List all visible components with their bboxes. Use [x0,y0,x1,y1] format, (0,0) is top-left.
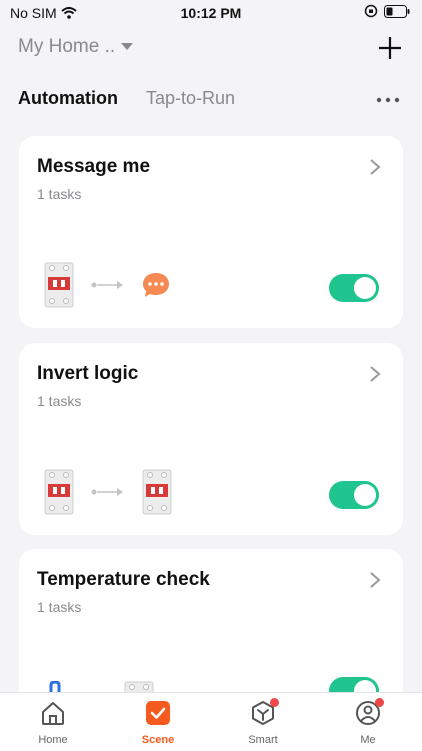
chevron-right-icon[interactable] [369,365,381,383]
battery-icon [384,4,410,18]
enable-toggle[interactable] [329,274,379,302]
card-subtitle: 1 tasks [37,393,82,409]
home-name: My Home .. [18,36,116,57]
tab-label: Scene [141,734,175,746]
home-selector[interactable]: My Home .. [18,36,134,58]
toggle-knob [354,484,376,506]
message-icon [143,273,169,297]
status-time: 10:12 PM [180,5,242,21]
home-icon [39,699,67,727]
add-icon[interactable] [376,34,404,62]
tab-home[interactable]: Home [13,699,93,746]
status-bar: No SIM 10:12 PM [0,0,422,26]
tab-label: Smart [248,734,278,746]
arrow-right-icon [91,488,123,496]
tab-automation[interactable]: Automation [18,88,118,109]
profile-icon [354,698,384,727]
card-title: Invert logic [37,363,139,384]
tab-smart[interactable]: Smart [223,698,303,746]
tab-label: Home [38,734,68,746]
automation-card-invert-logic[interactable]: Invert logic 1 tasks [19,343,403,535]
task-flow [43,262,171,308]
automation-card-message-me[interactable]: Message me 1 tasks [19,136,403,328]
chevron-right-icon[interactable] [369,571,381,589]
circuit-breaker-icon [44,469,74,515]
card-title: Message me [37,156,151,177]
circuit-breaker-icon [142,469,172,515]
toggle-knob [354,277,376,299]
chevron-right-icon[interactable] [369,158,381,176]
caret-down-icon [121,43,134,50]
header: My Home .. [18,34,404,64]
enable-toggle[interactable] [329,481,379,509]
arrow-right-icon [91,281,123,289]
card-subtitle: 1 tasks [37,186,82,202]
notification-badge [270,698,279,707]
card-title: Temperature check [37,569,210,590]
notification-badge [375,698,384,707]
tab-label: Me [360,734,376,746]
status-right [364,4,410,18]
card-subtitle: 1 tasks [37,599,82,615]
task-flow [43,469,173,515]
tab-scene[interactable]: Scene [118,699,198,746]
circuit-breaker-icon [44,262,74,308]
more-icon[interactable] [376,92,400,108]
bottom-tab-bar: Home Scene Smart Me [0,692,422,751]
scene-icon [144,699,172,727]
tab-tap-to-run[interactable]: Tap-to-Run [146,88,235,109]
scene-tabs: Automation Tap-to-Run [18,88,404,116]
orientation-lock-icon [364,4,378,18]
tab-me[interactable]: Me [328,698,408,746]
smart-icon [249,698,279,727]
